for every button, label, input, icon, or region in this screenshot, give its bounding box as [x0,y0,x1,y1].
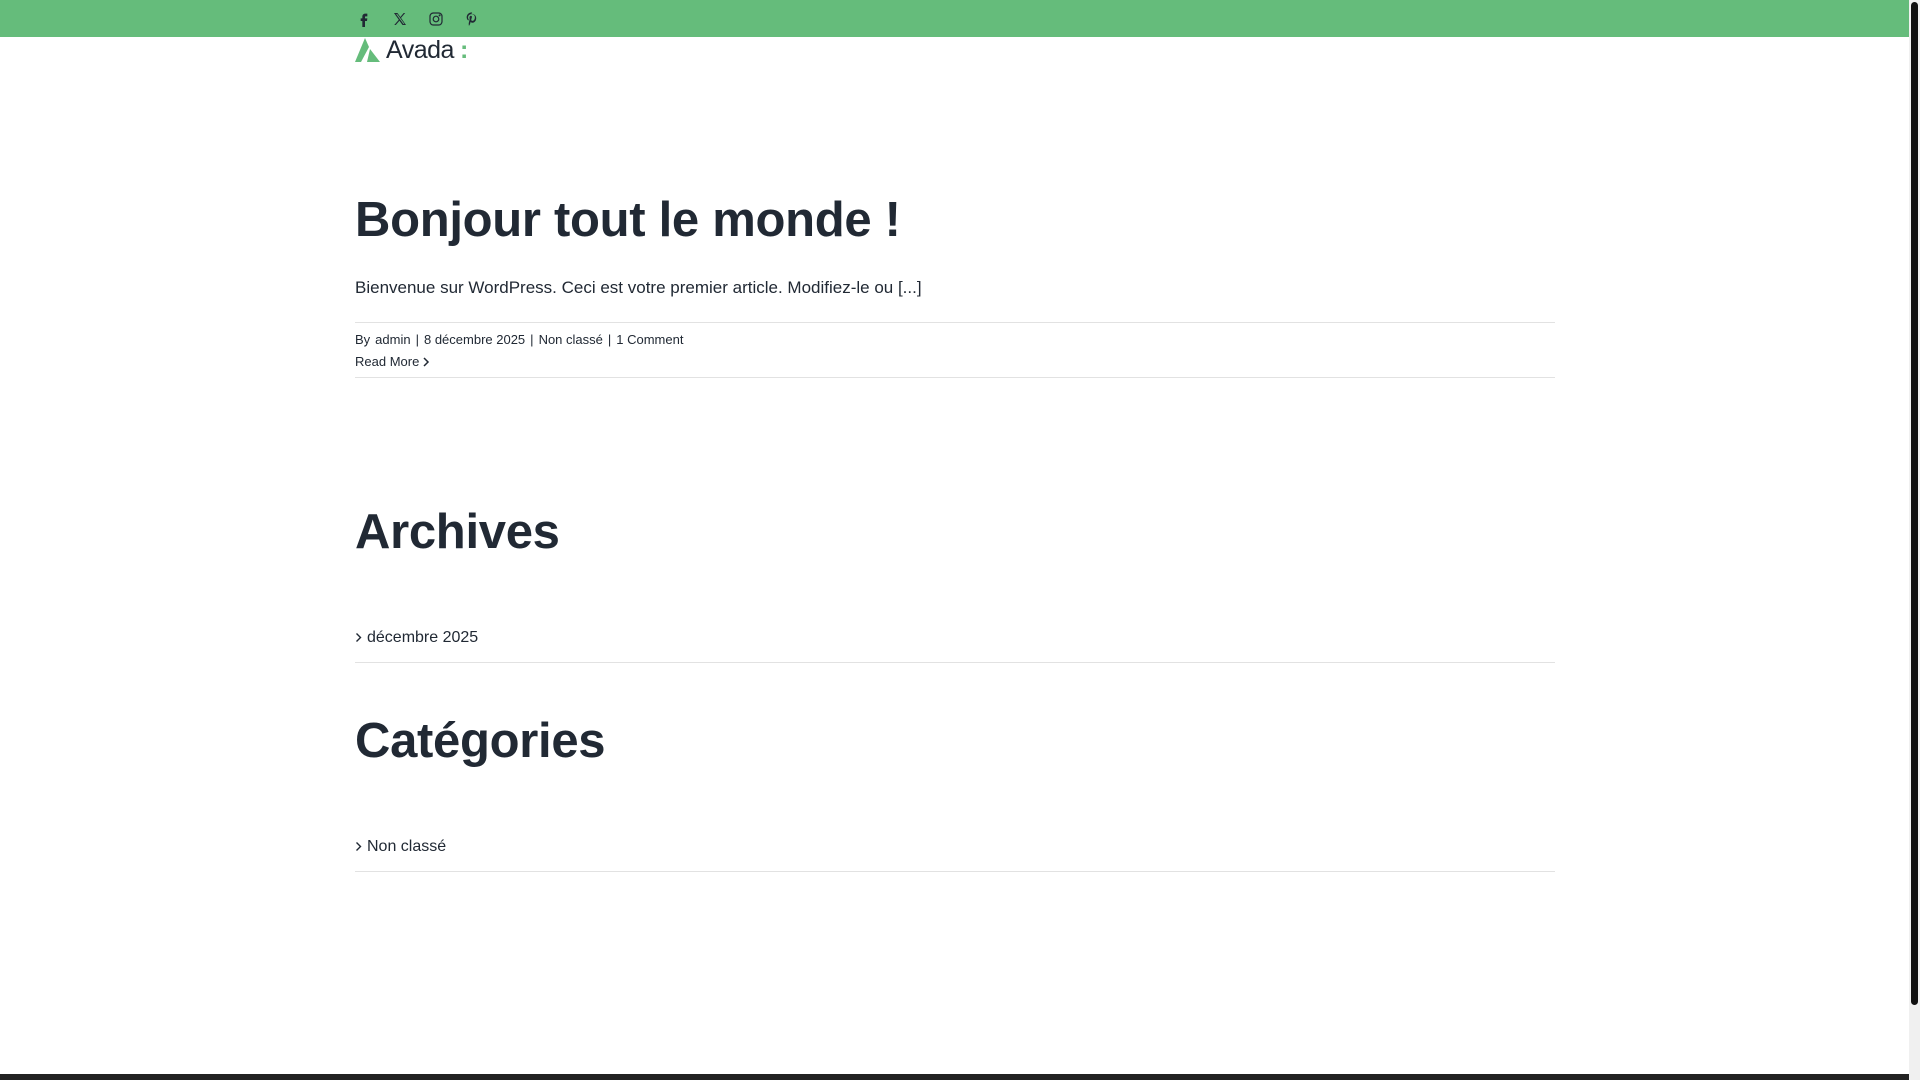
chevron-right-icon [356,842,362,851]
archive-item-label: décembre 2025 [367,628,479,646]
read-more-link[interactable]: Read More [355,354,430,369]
pinterest-icon[interactable] [463,10,481,28]
categories-title: Catégories [355,714,606,768]
chevron-right-icon [423,356,430,367]
post-excerpt: Bienvenue sur WordPress. Ceci est votre … [355,278,922,297]
chevron-right-icon [356,633,362,642]
logo-text: Avada [386,35,454,64]
category-item-label: Non classé [367,837,447,855]
meta-comments-link[interactable]: 1 Comment [616,332,683,347]
page: Avada : Bonjour tout le monde ! Bienvenu… [0,0,1920,1080]
archives-title: Archives [355,505,560,559]
meta-line: By admin | 8 décembre 2025 | Non classé … [355,332,683,347]
meta-separator: | [530,332,534,347]
x-twitter-icon[interactable] [391,10,409,28]
meta-author-link[interactable]: admin [375,332,410,347]
site-logo[interactable]: Avada : [355,35,469,64]
scrollbar-thumb[interactable] [1911,2,1918,1005]
category-item[interactable]: Non classé [355,822,1555,872]
scrollbar[interactable] [1909,0,1920,1080]
top-bar [0,0,1909,37]
logo-dots: : [459,35,469,64]
meta-by-label: By [355,332,371,347]
read-more-label: Read More [355,354,420,369]
meta-separator: | [607,332,612,347]
social-links [355,0,481,37]
meta-date: 8 décembre 2025 [423,332,526,347]
facebook-icon[interactable] [355,10,373,28]
footer-edge [0,1074,1909,1080]
post-title[interactable]: Bonjour tout le monde ! [355,192,901,248]
meta-separator: | [415,332,419,347]
avada-logo-mark-icon [355,38,380,62]
archive-item[interactable]: décembre 2025 [355,613,1555,663]
instagram-icon[interactable] [427,10,445,28]
meta-category-link[interactable]: Non classé [539,332,603,347]
post-meta: By admin | 8 décembre 2025 | Non classé … [355,322,1555,378]
